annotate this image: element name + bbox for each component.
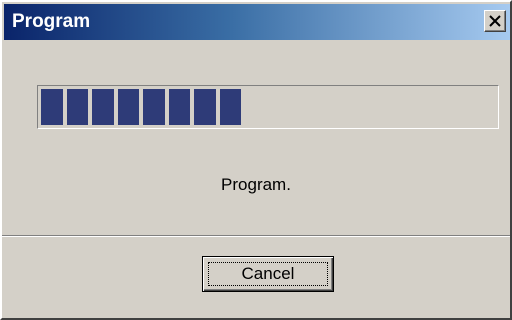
progress-block <box>117 89 139 125</box>
status-text: Program. <box>221 175 291 194</box>
close-icon <box>489 15 501 27</box>
progress-bar <box>37 85 499 129</box>
dialog-window: Program Program. Cancel <box>0 0 512 320</box>
progress-block <box>92 89 114 125</box>
progress-fill <box>41 89 241 125</box>
progress-block <box>194 89 216 125</box>
divider <box>2 235 510 237</box>
progress-block <box>168 89 190 125</box>
window-title: Program <box>12 11 91 32</box>
progress-block <box>66 89 88 125</box>
progress-block <box>219 89 241 125</box>
progress-block <box>41 89 63 125</box>
title-bar[interactable]: Program <box>4 4 510 40</box>
close-button[interactable] <box>484 10 506 32</box>
cancel-button-label: Cancel <box>241 264 295 283</box>
cancel-button[interactable]: Cancel <box>202 256 334 292</box>
progress-block <box>143 89 165 125</box>
